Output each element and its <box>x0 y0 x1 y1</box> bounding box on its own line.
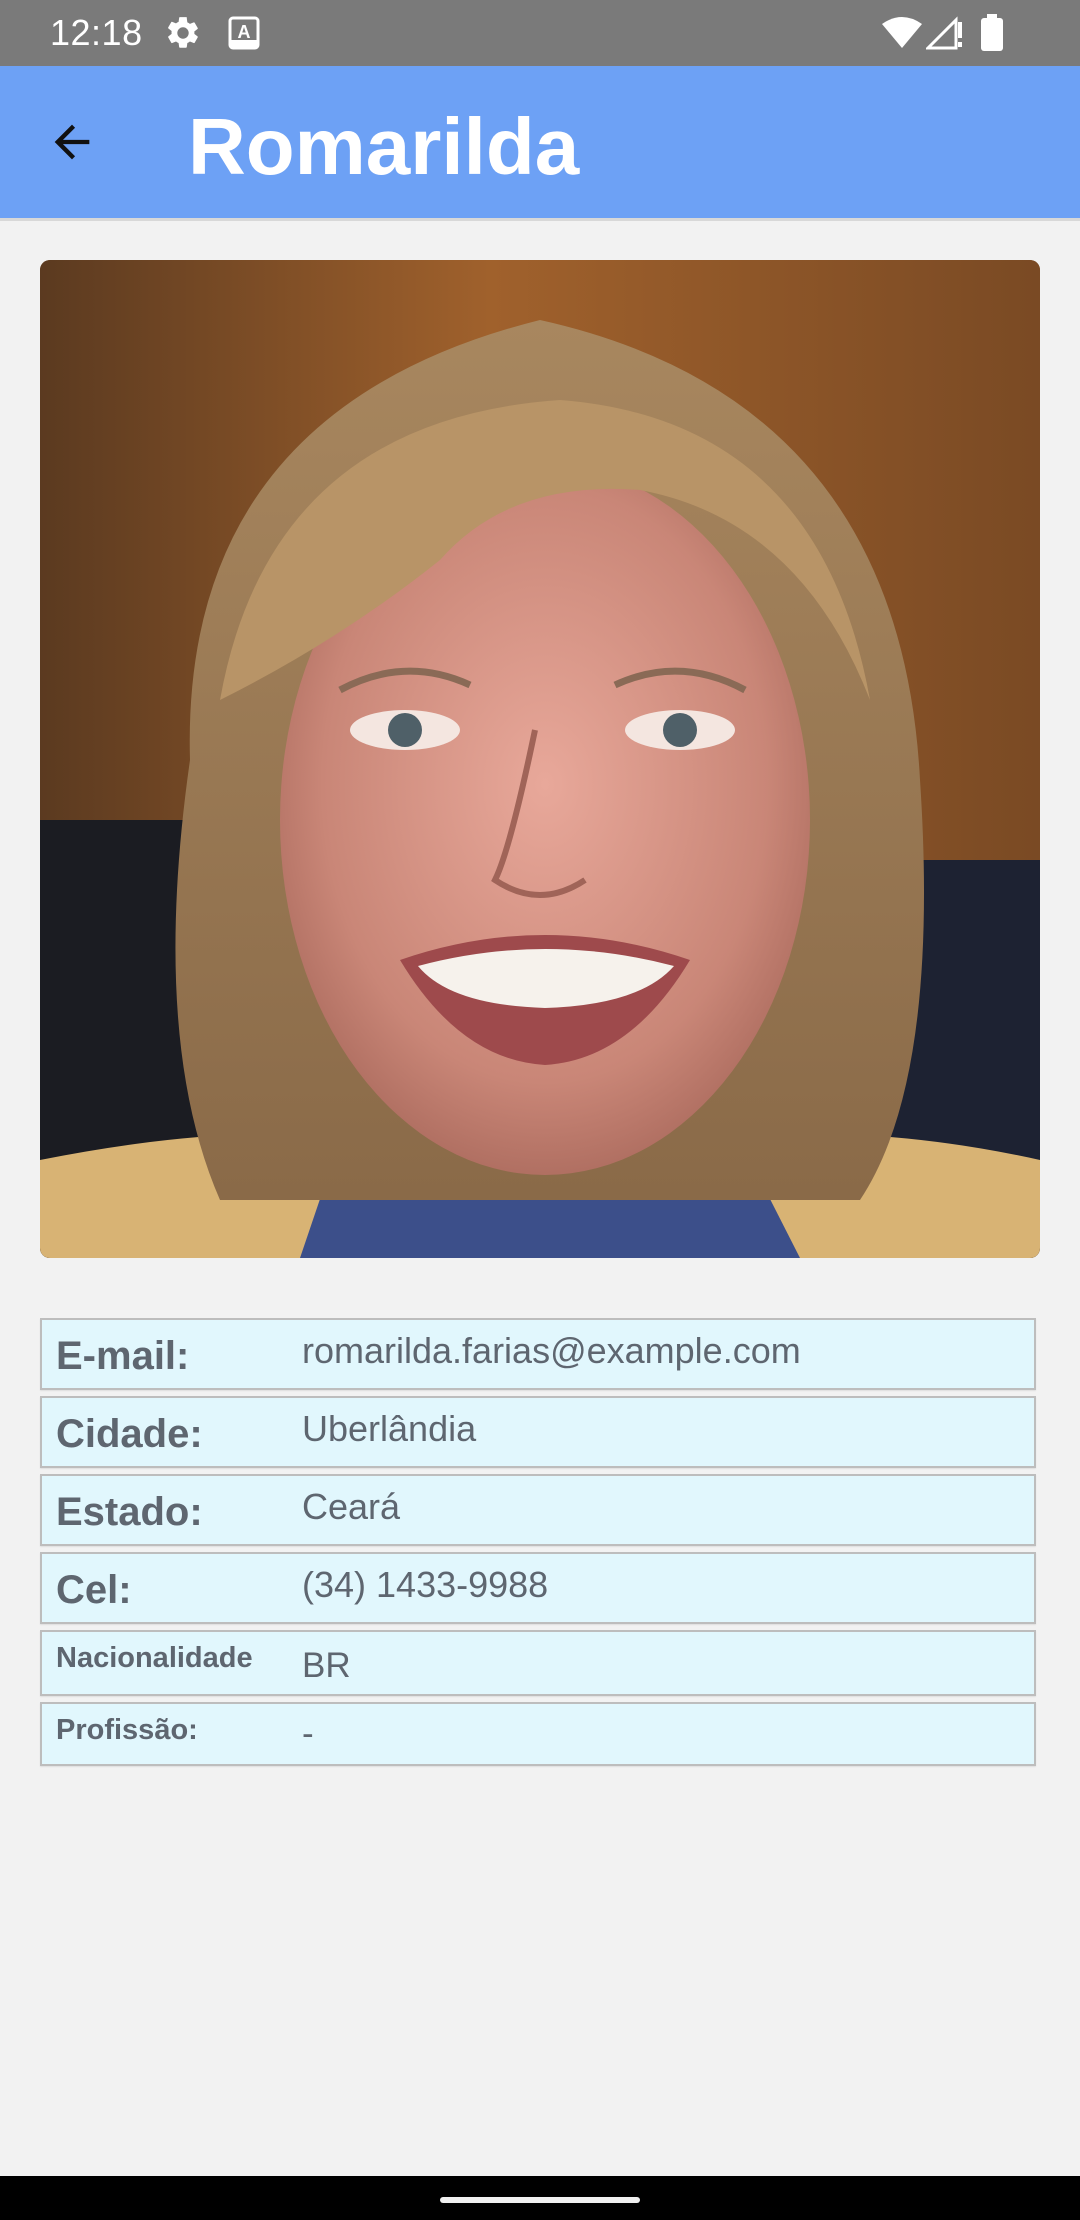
details-row-profession: Profissão: - <box>40 1702 1036 1766</box>
details-table: E-mail: romarilda.farias@example.com Cid… <box>40 1318 1040 1772</box>
signal-icon <box>924 16 966 54</box>
details-row-nationality: Nacionalidade BR <box>40 1630 1036 1696</box>
city-label: Cidade: <box>56 1412 203 1456</box>
page-title: Romarilda <box>188 102 580 191</box>
status-bar: 12:18 A <box>0 0 1080 66</box>
back-button[interactable] <box>36 106 108 178</box>
arrow-back-icon <box>54 124 90 160</box>
profession-label: Profissão: <box>56 1714 198 1746</box>
details-row-state: Estado: Ceará <box>40 1474 1036 1546</box>
city-value: Uberlândia <box>302 1408 477 1449</box>
phone-value: (34) 1433-9988 <box>302 1564 549 1605</box>
email-value: romarilda.farias@example.com <box>302 1330 801 1371</box>
gear-icon <box>164 14 202 56</box>
details-row-phone: Cel: (34) 1433-9988 <box>40 1552 1036 1624</box>
state-value: Ceará <box>302 1486 401 1527</box>
details-row-city: Cidade: Uberlândia <box>40 1396 1036 1468</box>
navigation-bar <box>0 2176 1080 2220</box>
home-indicator[interactable] <box>440 2197 640 2203</box>
app-bar-divider <box>0 218 1080 221</box>
nationality-value: BR <box>302 1646 351 1685</box>
phone-label: Cel: <box>56 1568 132 1612</box>
email-label: E-mail: <box>56 1334 190 1378</box>
app-bar: Romarilda <box>0 66 1080 218</box>
details-row-email: E-mail: romarilda.farias@example.com <box>40 1318 1036 1390</box>
state-label: Estado: <box>56 1490 203 1534</box>
font-a-icon: A <box>228 16 260 54</box>
svg-text:A: A <box>238 22 251 42</box>
profile-photo <box>40 260 1040 1258</box>
status-time: 12:18 <box>50 12 143 53</box>
profession-value: - <box>302 1714 314 1753</box>
nationality-label: Nacionalidade <box>56 1642 253 1674</box>
wifi-icon <box>880 16 924 54</box>
battery-icon <box>980 14 1004 56</box>
